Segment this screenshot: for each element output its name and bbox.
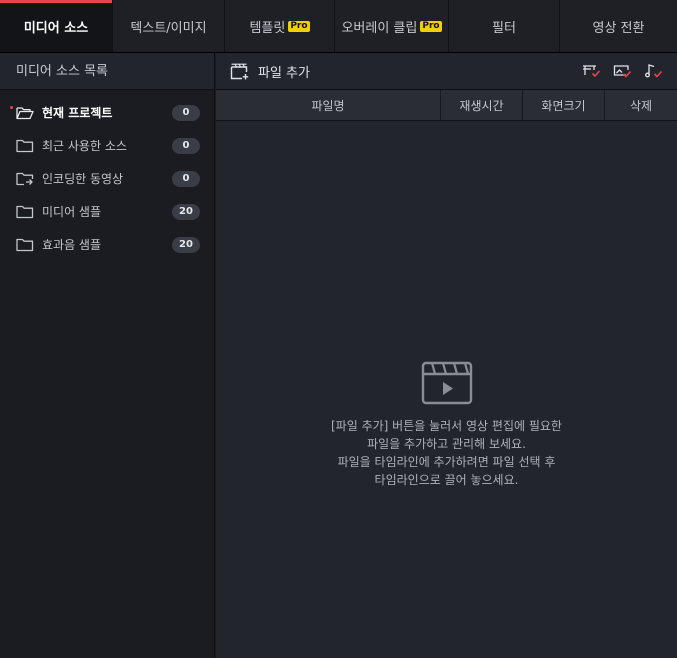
tab-media-source[interactable]: 미디어 소스 [0,0,113,52]
folder-icon [16,238,34,251]
tab-label: 영상 전환 [592,20,645,36]
media-file-panel: 파일 추가 파일명 재생시간 화면크기 삭제 [파일 추가] 버튼을 눌러서 영… [216,53,677,658]
sidebar-item-label: 현재 프로젝트 [42,106,113,120]
music-check-icon[interactable] [644,63,663,79]
sidebar-item-label: 최근 사용한 소스 [42,139,127,153]
item-count-badge: 20 [172,204,200,220]
column-delete[interactable]: 삭제 [605,90,677,120]
sidebar-item-media-samples[interactable]: 미디어 샘플 20 [0,195,214,228]
screen-check-icon[interactable] [613,63,632,79]
item-count-badge: 0 [172,105,200,121]
video-clip-icon [421,361,472,405]
active-dot [10,106,13,109]
add-clip-icon [230,63,249,79]
tab-transition[interactable]: 영상 전환 [560,0,677,52]
tab-label: 미디어 소스 [23,20,89,36]
tab-template[interactable]: 템플릿 Pro [225,0,335,52]
source-list: 현재 프로젝트 0 최근 사용한 소스 0 인코딩한 동영상 0 미디어 샘플 … [0,90,214,261]
column-filename[interactable]: 파일명 [216,90,441,120]
media-source-sidebar: 미디어 소스 목록 현재 프로젝트 0 최근 사용한 소스 0 인코딩한 동영상 [0,53,215,658]
file-table-header: 파일명 재생시간 화면크기 삭제 [216,90,677,121]
file-toolbar: 파일 추가 [216,53,677,90]
timeline-check-icon[interactable] [582,63,601,79]
pro-badge: Pro [420,20,442,32]
tab-bar: 미디어 소스 텍스트/이미지 템플릿 Pro 오버레이 클립 Pro 필터 영상… [0,0,677,53]
column-duration[interactable]: 재생시간 [441,90,523,120]
tab-label: 오버레이 클립 [341,20,418,36]
folder-export-icon [16,172,34,185]
tab-overlay-clip[interactable]: 오버레이 클립 Pro [335,0,449,52]
add-file-button[interactable]: 파일 추가 [230,62,310,81]
empty-state: [파일 추가] 버튼을 눌러서 영상 편집에 필요한 파일을 추가하고 관리해 … [216,361,677,489]
tab-label: 필터 [492,20,516,36]
pro-badge: Pro [288,20,310,32]
item-count-badge: 0 [172,138,200,154]
tab-filter[interactable]: 필터 [449,0,560,52]
item-count-badge: 20 [172,237,200,253]
folder-open-icon [16,106,34,119]
empty-line: 타임라인으로 끌어 놓으세요. [374,473,519,487]
sidebar-item-label: 효과음 샘플 [42,238,102,252]
tab-label: 텍스트/이미지 [130,20,207,36]
add-file-label: 파일 추가 [258,65,310,81]
empty-state-message: [파일 추가] 버튼을 눌러서 영상 편집에 필요한 파일을 추가하고 관리해 … [216,417,677,489]
folder-icon [16,205,34,218]
sidebar-item-label: 미디어 샘플 [42,205,102,219]
sidebar-item-label: 인코딩한 동영상 [42,172,124,186]
empty-line: 파일을 타임라인에 추가하려면 파일 선택 후 [337,455,556,469]
sidebar-item-recent-sources[interactable]: 최근 사용한 소스 0 [0,129,214,162]
sidebar-item-current-project[interactable]: 현재 프로젝트 0 [0,96,214,129]
item-count-badge: 0 [172,171,200,187]
tab-label: 템플릿 [249,20,286,36]
folder-icon [16,139,34,152]
sidebar-item-sound-effect-samples[interactable]: 효과음 샘플 20 [0,228,214,261]
tab-text-image[interactable]: 텍스트/이미지 [113,0,225,52]
empty-line: 파일을 추가하고 관리해 보세요. [367,437,526,451]
sidebar-item-encoded-videos[interactable]: 인코딩한 동영상 0 [0,162,214,195]
empty-line: [파일 추가] 버튼을 눌러서 영상 편집에 필요한 [331,419,562,433]
sidebar-title: 미디어 소스 목록 [0,53,214,90]
column-resolution[interactable]: 화면크기 [523,90,605,120]
toolbar-icons [582,63,663,79]
